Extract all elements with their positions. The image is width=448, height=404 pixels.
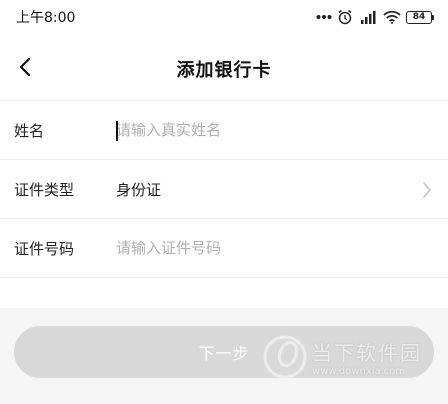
- status-bar: 上午8:00 84: [0, 0, 448, 34]
- battery-icon: 84: [406, 10, 434, 24]
- id-number-input[interactable]: [116, 233, 416, 263]
- id-type-value: 身份证: [116, 180, 162, 199]
- id-number-row: 证件号码: [0, 219, 448, 278]
- id-type-label: 证件类型: [14, 180, 75, 199]
- page-title: 添加银行卡: [176, 60, 272, 81]
- wifi-icon: [383, 10, 401, 24]
- back-button[interactable]: [8, 52, 42, 86]
- more-dots-icon: [316, 14, 332, 20]
- name-row: 姓名: [0, 101, 448, 160]
- status-time: 上午8:00: [16, 10, 76, 26]
- bank-card-form: 姓名 证件类型 身份证 证件号码: [0, 100, 448, 278]
- name-input[interactable]: [116, 115, 416, 145]
- next-step-button[interactable]: 下一步: [14, 326, 434, 378]
- nav-bar: 添加银行卡: [0, 38, 448, 100]
- hd-signal-icon: [358, 9, 378, 25]
- name-label: 姓名: [14, 121, 45, 140]
- status-icons: 84: [316, 9, 434, 25]
- alarm-clock-icon: [337, 9, 353, 25]
- battery-level: 84: [406, 10, 432, 24]
- id-type-row[interactable]: 证件类型 身份证: [0, 160, 448, 219]
- chevron-right-icon: [418, 180, 436, 200]
- id-number-label: 证件号码: [14, 239, 75, 258]
- chevron-left-icon: [18, 57, 32, 81]
- text-cursor: [116, 121, 118, 141]
